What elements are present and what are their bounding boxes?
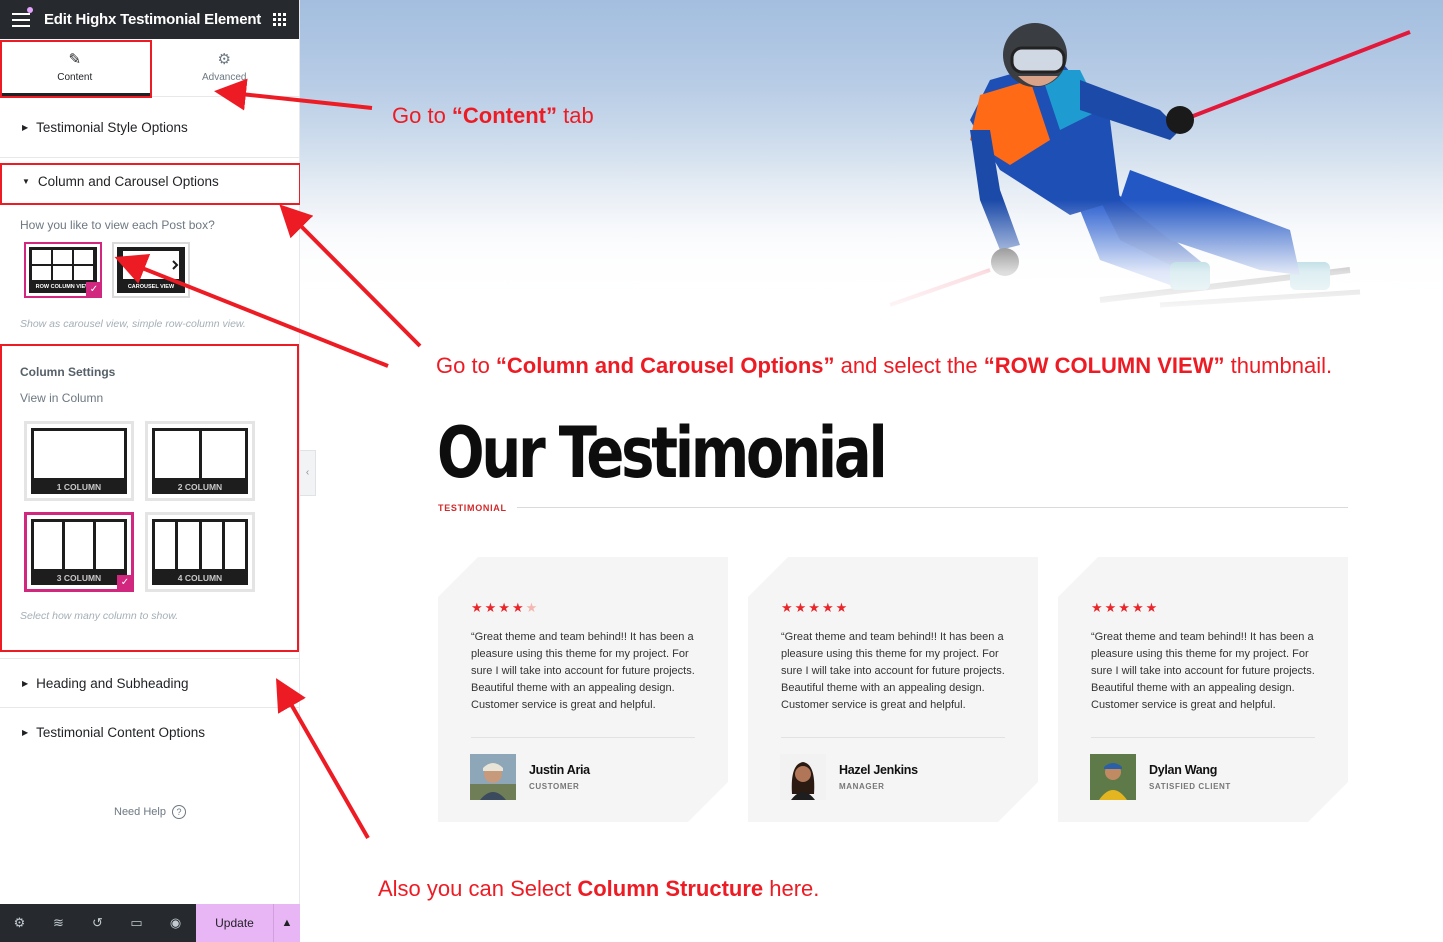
testimonial-card: ★★★★★ “Great theme and team behind!! It … [438,557,728,822]
section-testimonial-content[interactable]: ▶ Testimonial Content Options [0,708,300,756]
annotation-column-structure: Also you can Select Column Structure her… [378,876,819,902]
panel-title: Edit Highx Testimonial Element [44,11,262,28]
column-option-label: 1 COLUMN [31,480,127,494]
testimonial-subheading: TESTIMONIAL [438,503,507,513]
chevron-up-icon[interactable]: ▲ [273,904,300,942]
menu-icon[interactable] [12,6,33,27]
help-icon: ? [171,805,186,819]
column-options: 1 COLUMN 2 COLUMN 3 COLUMN ✓ 4 COLUMN [0,421,299,592]
author-name: Justin Aria [529,763,590,777]
column-hint: Select how many column to show. [20,610,179,622]
author-role: MANAGER [839,782,885,791]
hero-snow-fade [300,200,1443,320]
update-button[interactable]: Update [196,904,273,942]
hero-image [300,0,1443,320]
pencil-icon: ✎ [68,51,82,68]
annotation-text: here. [763,876,820,901]
annotation-column-carousel: Go to “Column and Carousel Options” and … [436,353,1332,379]
column-settings-title: Column Settings [20,365,116,379]
tab-advanced[interactable]: ⚙ Advanced [150,39,300,96]
collapse-panel-handle[interactable]: ‹ [300,450,316,496]
annotation-text: Also you can Select [378,876,578,901]
column-option-2[interactable]: 2 COLUMN [145,421,255,501]
annotation-text: Go to [392,103,452,128]
card-divider [1091,737,1315,738]
star-rating: ★★★★★ [781,600,850,615]
column-option-4[interactable]: 4 COLUMN [145,512,255,592]
column-option-label: 3 COLUMN [31,571,127,585]
star-rating: ★★★★★ [471,600,540,615]
section-label: Heading and Subheading [36,676,189,691]
section-testimonial-style[interactable]: ▶ Testimonial Style Options [0,97,299,158]
annotation-bold: “Column and Carousel Options” [495,353,835,378]
annotation-text: thumbnail. [1224,353,1333,378]
column-option-label: 2 COLUMN [152,480,248,494]
avatar [1090,754,1136,800]
tab-advanced-label: Advanced [202,72,247,83]
card-divider [471,737,695,738]
screen: Edit Highx Testimonial Element ✎ Content… [0,0,1443,942]
testimonial-quote: “Great theme and team behind!! It has be… [1091,631,1315,711]
panel-header: Edit Highx Testimonial Element [0,0,299,39]
section-label: Testimonial Content Options [36,724,205,740]
layers-icon[interactable]: ≋ [39,915,78,931]
panel-footer: ⚙ ≋ ↺ ▭ ◉ Update ▲ [0,904,300,942]
widgets-grid-icon[interactable] [273,12,287,27]
annotation-bold: Column Structure [577,876,764,901]
testimonial-quote: “Great theme and team behind!! It has be… [471,631,695,711]
author-name: Hazel Jenkins [839,763,918,777]
testimonial-card: ★★★★★ “Great theme and team behind!! It … [748,557,1038,822]
section-column-carousel[interactable]: ▼ Column and Carousel Options [0,158,299,204]
annotation-content-tab: Go to “Content” tab [392,103,594,129]
testimonial-heading: Our Testimonial [437,412,888,494]
caret-down-icon: ▼ [22,176,30,186]
row-column-view-option[interactable]: ROW COLUMN VIEW ✓ [24,242,102,298]
section-label: Testimonial Style Options [36,119,188,135]
annotation-text: and select the [834,353,984,378]
heading-divider [517,507,1348,508]
author-role: CUSTOMER [529,782,580,791]
testimonial-quote: “Great theme and team behind!! It has be… [781,631,1005,711]
annotation-bold: “ROW COLUMN VIEW” [983,353,1225,378]
panel-tabs: ✎ Content ⚙ Advanced [0,39,299,97]
caret-right-icon: ▶ [22,727,29,737]
author-name: Dylan Wang [1149,763,1218,777]
gear-icon: ⚙ [217,51,231,68]
editor-panel: Edit Highx Testimonial Element ✎ Content… [0,0,300,942]
responsive-icon[interactable]: ▭ [117,915,156,931]
tab-content-label: Content [57,72,93,83]
avatar [470,754,516,800]
annotation-text: Go to [436,353,496,378]
carousel-view-label: CAROUSEL VIEW [117,282,185,293]
view-question: How you like to view each Post box? [20,218,215,232]
column-option-label: 4 COLUMN [152,571,248,585]
settings-icon[interactable]: ⚙ [0,915,39,931]
author-role: SATISFIED CLIENT [1149,782,1231,791]
need-help-label: Need Help [114,806,166,818]
avatar [780,754,826,800]
section-heading-subheading[interactable]: ▶ Heading and Subheading [0,660,300,708]
check-icon: ✓ [86,282,102,298]
caret-right-icon: ▶ [22,122,29,132]
notification-dot [27,6,33,13]
card-divider [781,737,1005,738]
annotation-bold: “Content” [451,103,558,128]
column-option-1[interactable]: 1 COLUMN [24,421,134,501]
annotation-text: tab [557,103,594,128]
preview-icon[interactable]: ◉ [156,915,195,931]
column-option-3[interactable]: 3 COLUMN ✓ [24,512,134,592]
view-in-column-label: View in Column [20,391,104,405]
caret-right-icon: ▶ [22,679,29,688]
need-help-link[interactable]: Need Help? [0,805,300,819]
view-options: ROW COLUMN VIEW ✓ CAROUSEL VIEW [0,242,299,298]
tab-content[interactable]: ✎ Content [0,39,150,96]
testimonial-card: ★★★★★ “Great theme and team behind!! It … [1058,557,1348,822]
star-rating: ★★★★★ [1091,600,1160,615]
check-icon: ✓ [117,575,133,591]
section-label: Column and Carousel Options [37,173,219,189]
view-hint: Show as carousel view, simple row-column… [20,318,246,330]
carousel-view-option[interactable]: CAROUSEL VIEW [112,242,190,298]
history-icon[interactable]: ↺ [78,915,117,931]
